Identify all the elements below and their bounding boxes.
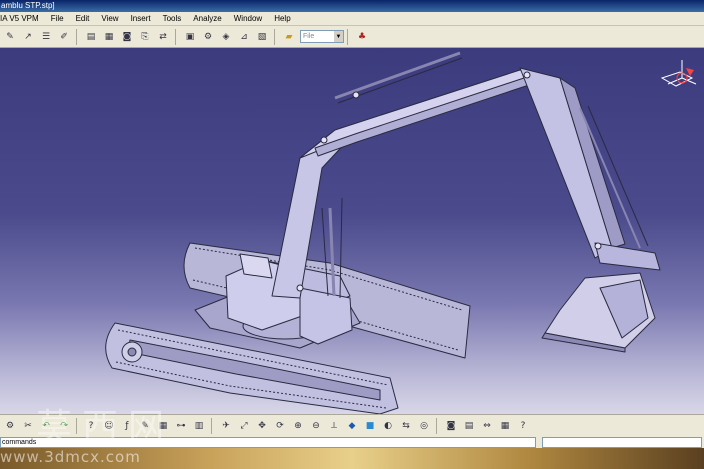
menu-file[interactable]: File [45, 14, 70, 23]
wand-icon[interactable]: ✎ [3, 29, 18, 44]
section-view-icon[interactable]: ▣ [183, 29, 198, 44]
menu-edit[interactable]: Edit [70, 14, 96, 23]
menu-tools[interactable]: Tools [157, 14, 188, 23]
measure-icon[interactable]: ⊿ [237, 29, 252, 44]
swap-icon[interactable]: ⇆ [399, 418, 414, 433]
stick [519, 67, 649, 259]
publish-icon[interactable]: ▧ [255, 29, 270, 44]
bucket [541, 272, 656, 353]
status-field [542, 436, 702, 448]
window-title: amblu STP.stp] [1, 1, 55, 10]
menu-window[interactable]: Window [228, 14, 268, 23]
folder-open-icon[interactable]: ▰ [282, 29, 297, 44]
menu-bar: IA V5 VPM File Edit View Insert Tools An… [0, 12, 704, 26]
hide-show-icon[interactable]: ◐ [381, 418, 396, 433]
zoom-out-icon[interactable]: ⊖ [309, 418, 324, 433]
tree-icon[interactable]: ⊶ [174, 418, 189, 433]
excavator-model [105, 51, 697, 414]
grid-icon[interactable]: ▥ [192, 418, 207, 433]
chevron-down-icon[interactable]: ▼ [334, 31, 343, 42]
toolbar-separator [436, 417, 442, 434]
standard-toolbar: ✎ ↗ ☰ ✐ ▤ ▦ ◙ ⎘ ⇄ ▣ ⚙ ◈ ⊿ ▧ ▰ File ▼ ♣ [0, 26, 704, 48]
watermark-url: www.3dmcx.com [0, 448, 141, 466]
menu-analyze[interactable]: Analyze [187, 14, 227, 23]
menu-insert[interactable]: Insert [125, 14, 157, 23]
list-icon[interactable]: ☰ [39, 29, 54, 44]
sketch-arrow-icon[interactable]: ↗ [21, 29, 36, 44]
rotate-icon[interactable]: ⟳ [273, 418, 288, 433]
zoom-in-icon[interactable]: ⊕ [291, 418, 306, 433]
menu-app[interactable]: IA V5 VPM [0, 14, 45, 23]
pen-tool-icon[interactable]: ✐ [57, 29, 72, 44]
toolbar-separator [175, 28, 181, 45]
file-filter-value: File [303, 33, 315, 40]
generate-icon[interactable]: ⚙ [201, 29, 216, 44]
fly-icon[interactable]: ✈ [219, 418, 234, 433]
camera-icon[interactable]: ◙ [120, 29, 135, 44]
replace-icon[interactable]: ⇄ [156, 29, 171, 44]
save-as-icon[interactable]: ⎘ [138, 29, 153, 44]
knowledge-icon[interactable]: ♣ [355, 29, 370, 44]
catalog-icon[interactable]: ▦ [102, 29, 117, 44]
toolbar-separator [347, 28, 353, 45]
table-icon[interactable]: ▦ [498, 418, 513, 433]
toolbar-separator [76, 28, 82, 45]
watermark-text: 莫西网 [36, 407, 175, 448]
command-label: commands [2, 438, 37, 446]
product-tree-icon[interactable]: ▤ [84, 29, 99, 44]
catalog-icon[interactable]: ▤ [462, 418, 477, 433]
toolbar-separator [211, 417, 217, 434]
toolbar-separator [274, 28, 280, 45]
settings-icon[interactable]: ⚙ [3, 418, 18, 433]
compass-icon[interactable]: ⇔ [480, 418, 495, 433]
analyze-icon[interactable]: ◈ [219, 29, 234, 44]
bucket-linkage [594, 242, 661, 271]
iso-view-icon[interactable]: ◆ [345, 418, 360, 433]
menu-view[interactable]: View [95, 14, 124, 23]
pan-icon[interactable]: ✥ [255, 418, 270, 433]
compass-icon [660, 60, 697, 87]
material-icon[interactable]: ◎ [417, 418, 432, 433]
3d-viewport[interactable] [0, 48, 704, 414]
help-icon[interactable]: ? [516, 418, 531, 433]
window-title-bar: amblu STP.stp] [0, 0, 704, 12]
file-filter-combo[interactable]: File ▼ [300, 30, 344, 43]
menu-help[interactable]: Help [268, 14, 296, 23]
shading-icon[interactable]: ■ [363, 418, 378, 433]
scissors-icon[interactable]: ✂ [21, 418, 36, 433]
normal-view-icon[interactable]: ⟂ [327, 418, 342, 433]
camera-icon[interactable]: ◙ [444, 418, 459, 433]
fit-all-icon[interactable]: ⤢ [237, 418, 252, 433]
